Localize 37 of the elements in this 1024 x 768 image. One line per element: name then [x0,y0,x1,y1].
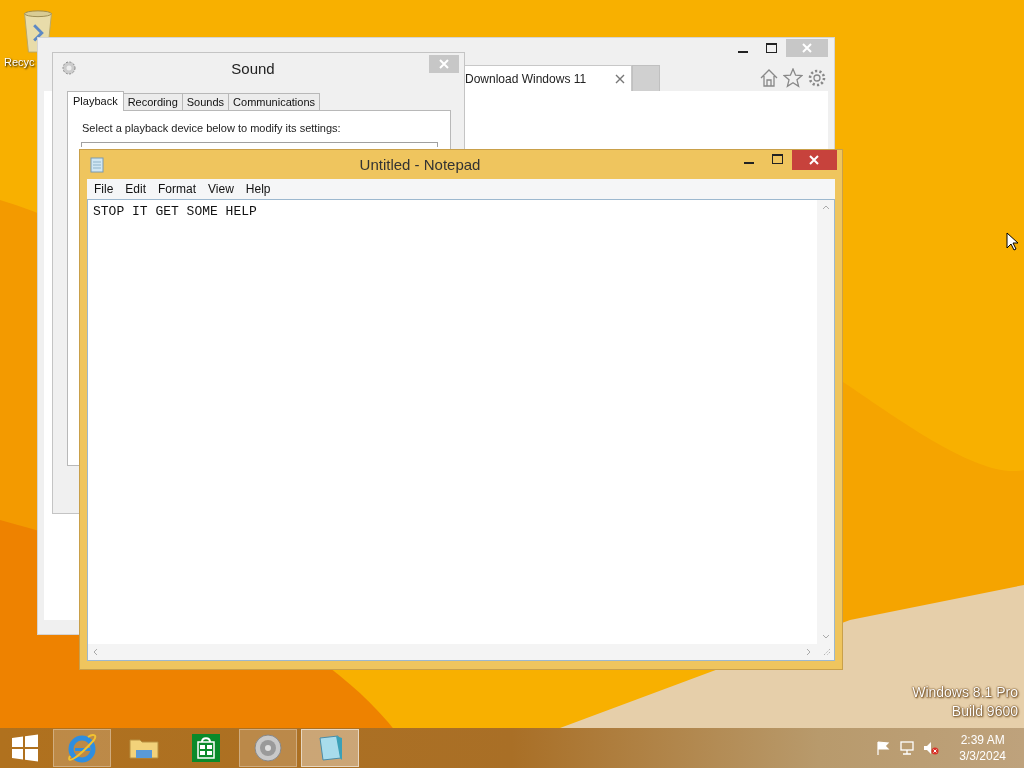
vertical-scrollbar[interactable] [817,200,834,644]
browser-tab[interactable]: Download Windows 11 [462,65,632,91]
menu-item[interactable]: View [202,182,240,196]
instruction-text: Select a playback device below to modify its settings: [82,122,342,134]
flag-icon[interactable] [875,740,892,756]
network-icon[interactable] [899,740,916,756]
muted-speaker-icon[interactable] [923,740,940,756]
taskbar-app-button[interactable] [239,729,297,767]
close-button[interactable] [429,55,459,73]
dialog-tab[interactable]: Communications [228,93,320,110]
notepad-icon [90,156,104,173]
dialog-tab[interactable]: Recording [122,93,183,110]
resize-grip-icon[interactable] [822,647,832,657]
close-tab-icon[interactable] [615,73,625,84]
start-button[interactable] [11,734,39,762]
taskbar-app-button[interactable] [301,729,359,767]
menu-item[interactable]: Edit [119,182,153,196]
browser-e-icon [66,732,98,764]
home-icon[interactable] [759,67,779,88]
horizontal-scrollbar[interactable] [88,644,834,660]
mouse-pointer-icon [1006,232,1018,251]
watermark-text: Build 9600 [951,703,1018,719]
settings-icon[interactable] [807,67,827,88]
menu-item[interactable]: Format [152,182,203,196]
dialog-tab[interactable]: Playback [67,91,124,111]
window-title: Sound [230,59,276,77]
speaker-settings-icon [61,60,77,76]
menu-item[interactable]: File [88,182,120,196]
watermark-text: Windows 8.1 Pro [912,684,1018,700]
store-bag-icon [190,732,222,764]
dialog-tab[interactable]: Sounds [181,93,230,110]
favorites-star-icon[interactable] [783,67,803,88]
menu-item[interactable]: Help [239,182,277,196]
taskbar-app-button[interactable] [53,729,111,767]
window-title: Untitled - Notepad [358,156,482,173]
close-button[interactable] [792,150,837,170]
speaker-icon [252,732,284,764]
